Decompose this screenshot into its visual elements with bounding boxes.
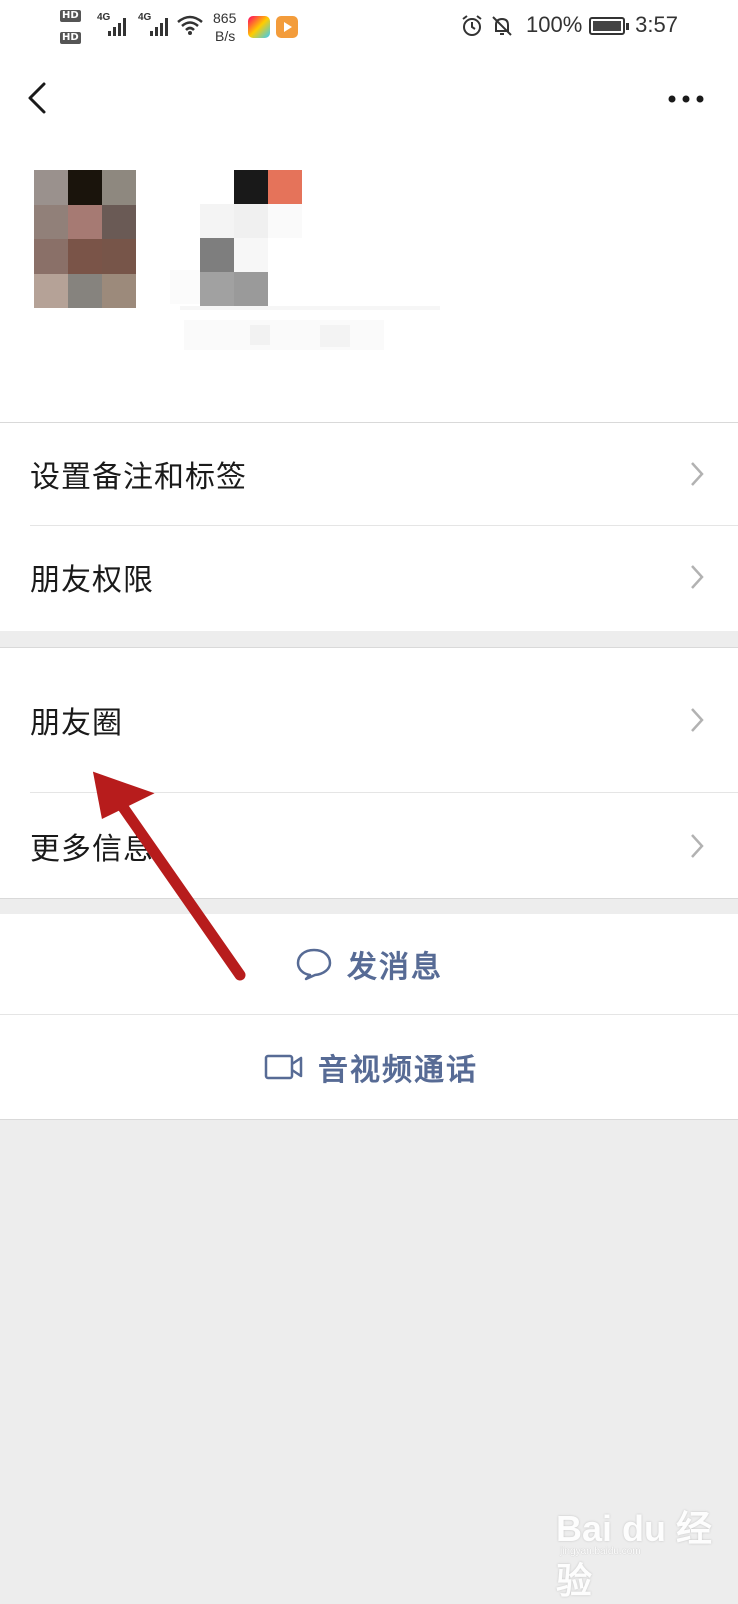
- battery-icon: [589, 17, 629, 35]
- hd-badge-2: HD: [60, 32, 81, 44]
- menu-item-remark-tags[interactable]: 设置备注和标签: [0, 423, 738, 525]
- battery-percentage: 100%: [526, 12, 583, 37]
- send-message-button[interactable]: 发消息: [0, 914, 738, 1014]
- hd-badge-1: HD: [60, 10, 81, 22]
- menu-item-label: 朋友权限: [30, 563, 154, 598]
- more-horizontal-icon[interactable]: [664, 88, 712, 110]
- video-call-label: 音视频通话: [318, 1053, 478, 1088]
- video-app-notification-icon: [276, 16, 298, 38]
- signal-icon-2: [150, 16, 168, 36]
- moments-section: 朋友圈 更多信息: [0, 648, 738, 898]
- watermark-url: jingyan.baidu.com: [560, 1546, 641, 1557]
- network-speed-value: 865: [213, 10, 237, 26]
- pixelated-name: [170, 170, 450, 360]
- menu-item-more-info[interactable]: 更多信息: [0, 793, 738, 898]
- menu-item-label: 更多信息: [30, 831, 154, 867]
- status-bar: HD HD 4G 4G 865 B/s 100% 3:57: [0, 0, 738, 56]
- chat-bubble-icon: [296, 948, 332, 981]
- wifi-icon: [177, 15, 203, 35]
- video-call-button[interactable]: 音视频通话: [0, 1015, 738, 1119]
- chevron-right-icon: [691, 462, 704, 486]
- avatar[interactable]: [34, 170, 136, 308]
- menu-item-friend-permissions[interactable]: 朋友权限: [0, 526, 738, 628]
- mute-bell-icon: [492, 16, 512, 36]
- signal-icon: [108, 16, 126, 36]
- divider: [0, 1119, 738, 1120]
- divider: [0, 898, 738, 899]
- alarm-icon: [462, 15, 482, 36]
- send-message-label: 发消息: [347, 950, 443, 985]
- clock-time: 3:57: [635, 12, 678, 37]
- video-camera-icon: [264, 1054, 303, 1080]
- menu-item-moments[interactable]: 朋友圈: [0, 648, 738, 792]
- network-speed-unit: B/s: [215, 28, 236, 44]
- chevron-left-icon[interactable]: [22, 78, 52, 118]
- chevron-right-icon: [691, 708, 704, 732]
- settings-section: 设置备注和标签 朋友权限: [0, 423, 738, 631]
- chevron-right-icon: [691, 833, 704, 858]
- menu-item-label: 设置备注和标签: [30, 460, 247, 495]
- app-notification-icon: [248, 16, 270, 38]
- menu-item-label: 朋友圈: [30, 706, 123, 741]
- chevron-right-icon: [691, 565, 704, 589]
